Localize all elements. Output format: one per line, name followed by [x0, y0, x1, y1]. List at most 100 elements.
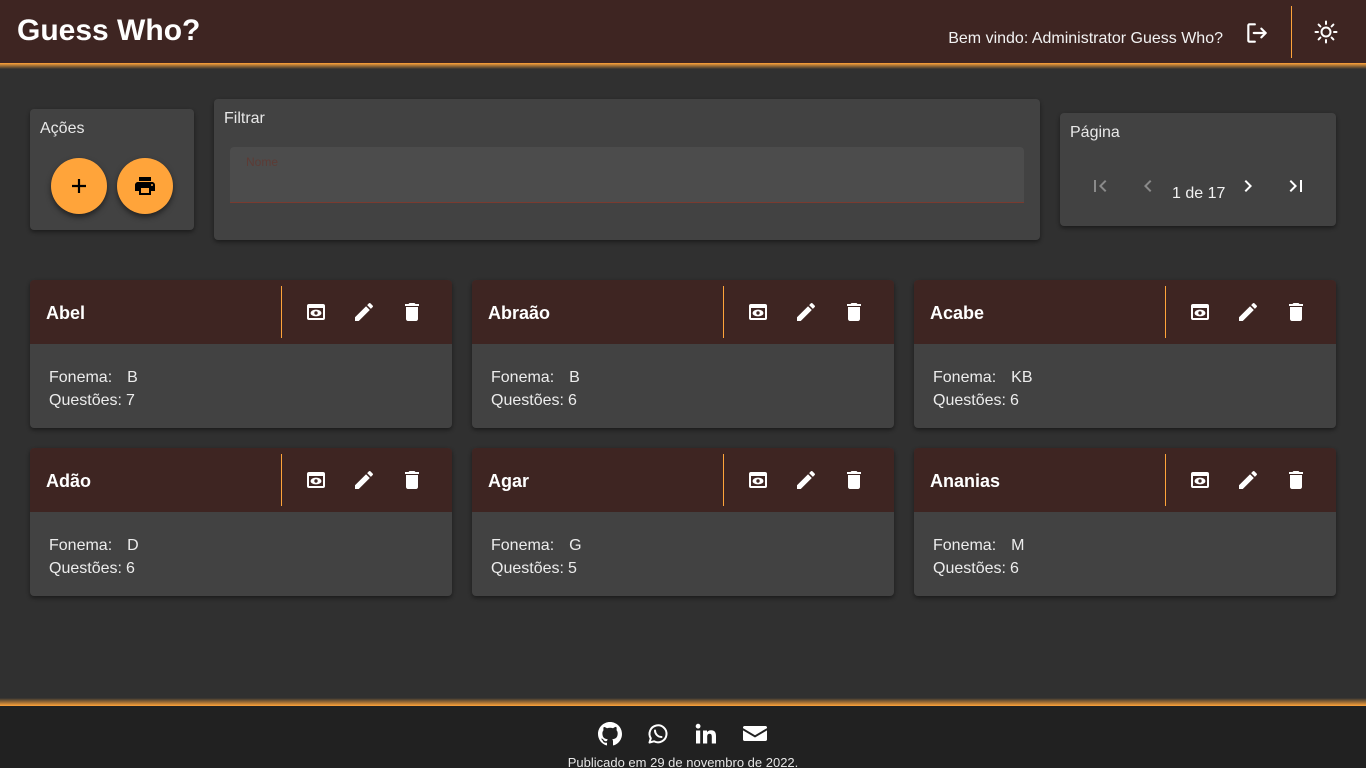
delete-icon: [405, 471, 419, 489]
fonema-label: Fonema:: [49, 537, 113, 554]
delete-button[interactable]: [400, 300, 424, 324]
whatsapp-icon: [648, 724, 668, 744]
edit-button[interactable]: [352, 300, 376, 324]
fonema-row: Fonema: B: [491, 366, 580, 389]
view-button[interactable]: [304, 468, 328, 492]
email-icon: [743, 726, 767, 741]
header-accent-line: [0, 63, 1366, 69]
add-button[interactable]: [51, 158, 107, 214]
questoes-row: Questões: 6: [933, 557, 1024, 580]
questoes-value: 6: [567, 392, 577, 409]
actions-panel: Ações: [30, 109, 194, 230]
print-button[interactable]: [117, 158, 173, 214]
questoes-value: 7: [125, 392, 135, 409]
card-header: Ananias: [914, 448, 1336, 512]
card-header: Agar: [472, 448, 894, 512]
fonema-label: Fonema:: [491, 537, 555, 554]
character-card: Acabe Fonema: KB Questões: 6: [914, 280, 1336, 428]
delete-button[interactable]: [400, 468, 424, 492]
fonema-label: Fonema:: [491, 369, 555, 386]
fonema-label: Fonema:: [933, 369, 997, 386]
filter-panel: Filtrar Nome: [214, 99, 1040, 240]
edit-icon: [1239, 302, 1258, 321]
view-button[interactable]: [746, 468, 770, 492]
sun-icon: [1314, 20, 1338, 44]
fonema-value: KB: [1011, 369, 1033, 386]
delete-button[interactable]: [842, 300, 866, 324]
card-body: Fonema: G Questões: 5: [491, 534, 582, 580]
filter-title: Filtrar: [224, 110, 265, 127]
edit-button[interactable]: [794, 300, 818, 324]
app-footer: Publicado em 29 de novembro de 2022.: [0, 706, 1366, 768]
questoes-row: Questões: 6: [933, 389, 1032, 412]
edit-button[interactable]: [1236, 468, 1260, 492]
theme-toggle-button[interactable]: [1314, 20, 1338, 44]
linkedin-link[interactable]: [694, 722, 720, 746]
pagination-panel: Página 1 de 17: [1060, 113, 1336, 226]
questoes-value: 6: [1009, 560, 1019, 577]
card-divider: [1165, 454, 1166, 506]
card-header: Adão: [30, 448, 452, 512]
name-filter-field[interactable]: Nome: [230, 147, 1024, 203]
card-body: Fonema: KB Questões: 6: [933, 366, 1032, 412]
card-body: Fonema: B Questões: 7: [49, 366, 138, 412]
pagination-title: Página: [1070, 124, 1120, 141]
character-card: Adão Fonema: D Questões: 6: [30, 448, 452, 596]
view-button[interactable]: [1188, 468, 1212, 492]
last-page-button[interactable]: [1283, 173, 1309, 199]
card-body: Fonema: D Questões: 6: [49, 534, 139, 580]
questoes-label: Questões:: [933, 392, 1006, 409]
card-body: Fonema: M Questões: 6: [933, 534, 1024, 580]
delete-button[interactable]: [842, 468, 866, 492]
fonema-label: Fonema:: [933, 537, 997, 554]
delete-icon: [405, 303, 419, 321]
card-divider: [281, 454, 282, 506]
fonema-value: G: [569, 537, 582, 554]
card-header: Abraão: [472, 280, 894, 344]
view-icon: [307, 472, 325, 488]
card-divider: [281, 286, 282, 338]
questoes-value: 6: [1009, 392, 1019, 409]
card-divider: [1165, 286, 1166, 338]
questoes-row: Questões: 7: [49, 389, 138, 412]
questoes-row: Questões: 6: [49, 557, 139, 580]
edit-button[interactable]: [352, 468, 376, 492]
card-header: Abel: [30, 280, 452, 344]
questoes-value: 6: [125, 560, 135, 577]
delete-button[interactable]: [1284, 468, 1308, 492]
delete-button[interactable]: [1284, 300, 1308, 324]
linkedin-icon: [695, 723, 716, 744]
delete-icon: [847, 303, 861, 321]
card-divider: [723, 286, 724, 338]
view-button[interactable]: [746, 300, 770, 324]
edit-icon: [355, 470, 374, 489]
view-button[interactable]: [304, 300, 328, 324]
logout-icon: [1247, 23, 1267, 43]
view-icon: [749, 304, 767, 320]
view-icon: [1191, 304, 1209, 320]
page-indicator: 1 de 17: [1172, 185, 1226, 202]
view-button[interactable]: [1188, 300, 1212, 324]
prev-page-button[interactable]: [1135, 173, 1161, 199]
questoes-row: Questões: 6: [491, 389, 580, 412]
next-page-button[interactable]: [1235, 173, 1261, 199]
edit-icon: [797, 470, 816, 489]
card-title: Agar: [488, 471, 530, 491]
published-date: Publicado em 29 de novembro de 2022.: [567, 755, 799, 768]
name-filter-input[interactable]: [246, 171, 1006, 195]
fonema-value: D: [127, 537, 139, 554]
logout-button[interactable]: [1244, 20, 1270, 46]
fonema-label: Fonema:: [49, 369, 113, 386]
printer-icon: [135, 177, 155, 195]
questoes-label: Questões:: [49, 392, 122, 409]
character-card: Ananias Fonema: M Questões: 6: [914, 448, 1336, 596]
github-link[interactable]: [598, 722, 624, 746]
whatsapp-link[interactable]: [646, 722, 672, 746]
fonema-value: B: [127, 369, 138, 386]
email-link[interactable]: [742, 722, 768, 746]
edit-button[interactable]: [794, 468, 818, 492]
edit-button[interactable]: [1236, 300, 1260, 324]
first-page-button[interactable]: [1087, 173, 1113, 199]
view-icon: [749, 472, 767, 488]
delete-icon: [1289, 303, 1303, 321]
